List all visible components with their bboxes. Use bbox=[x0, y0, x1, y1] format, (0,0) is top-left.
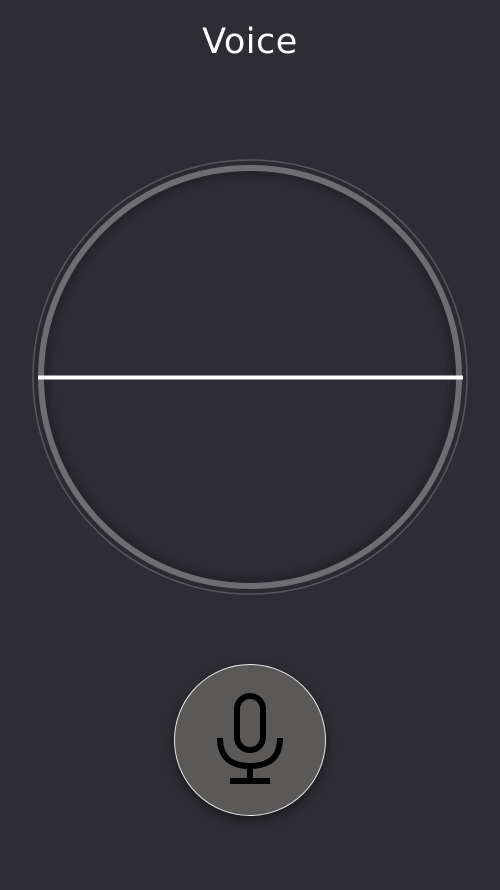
microphone-icon bbox=[217, 693, 283, 784]
voice-screen: Voice bbox=[0, 0, 500, 890]
microphone-button[interactable] bbox=[174, 664, 326, 816]
